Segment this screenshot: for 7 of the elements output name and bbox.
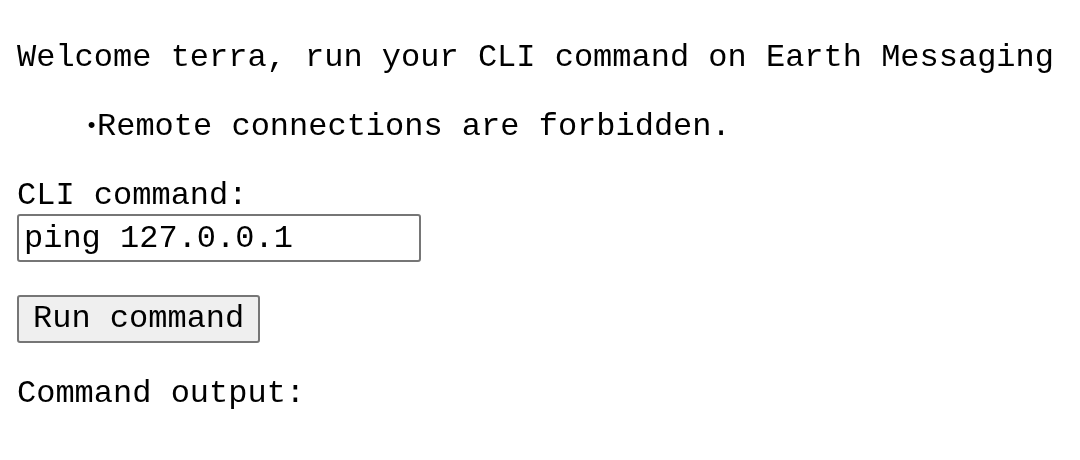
bullet-mark: •	[85, 113, 97, 141]
command-input-field[interactable]: ping 127.0.0.1	[17, 214, 421, 262]
rule-text: Remote connections are forbidden.	[97, 109, 731, 145]
field-label: CLI command:	[17, 178, 248, 214]
welcome-text: Welcome terra, run your CLI command on Earth Messaging	[17, 40, 1054, 76]
output-label: Command output:	[17, 376, 306, 412]
run-command-button[interactable]: Run command	[17, 295, 261, 343]
